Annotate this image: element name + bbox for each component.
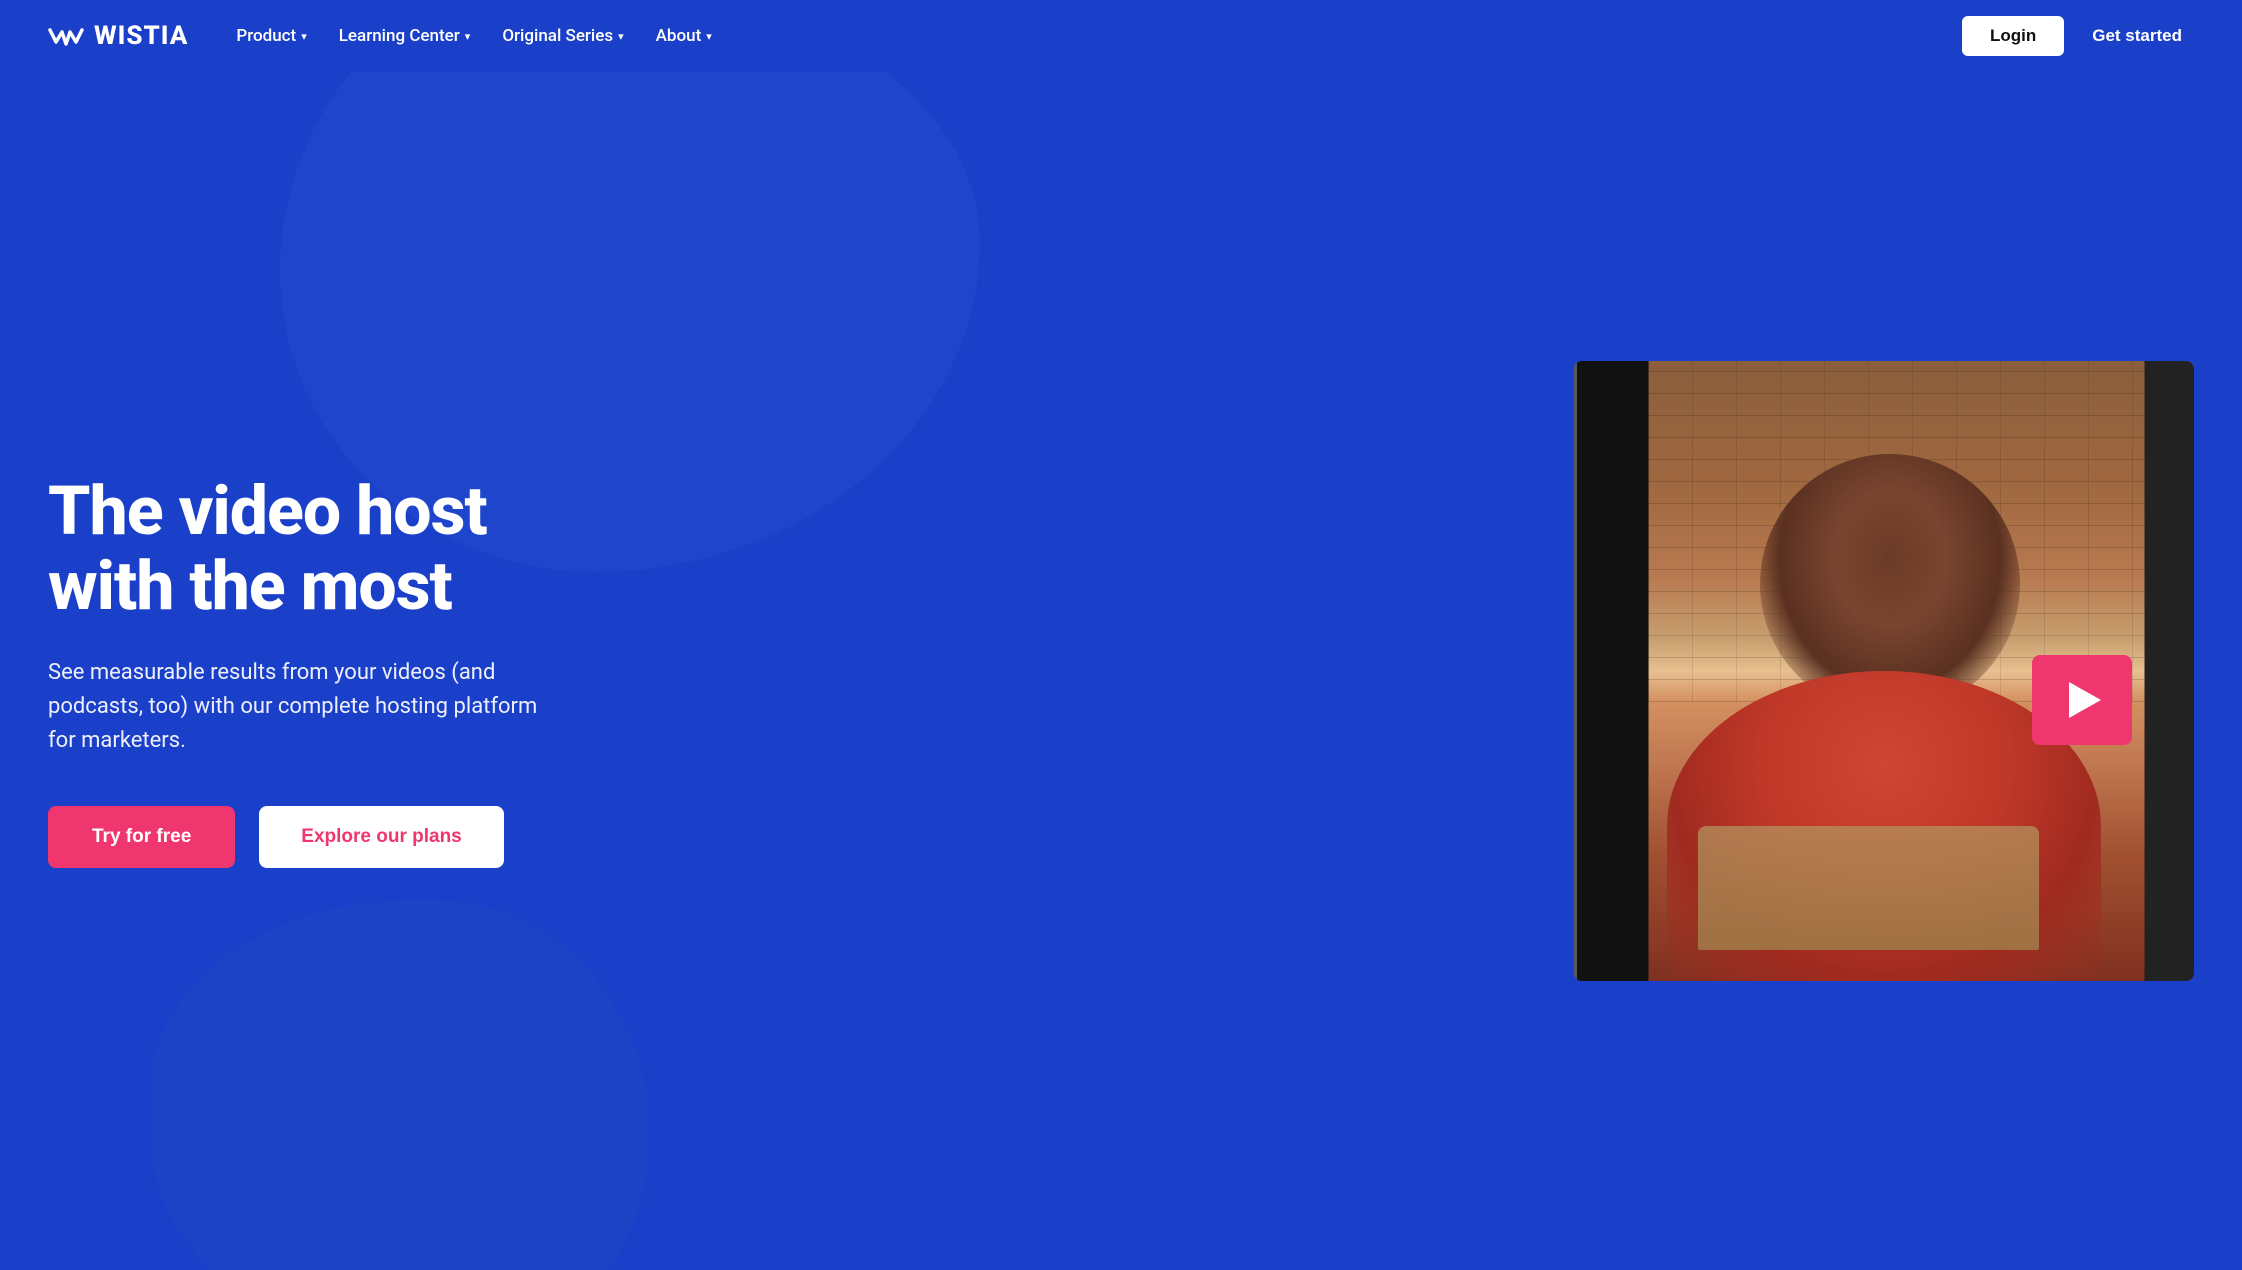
get-started-button[interactable]: Get started bbox=[2080, 16, 2194, 56]
nav-original-series-label: Original Series bbox=[502, 26, 613, 46]
explore-plans-button[interactable]: Explore our plans bbox=[259, 806, 503, 868]
learning-center-chevron-icon: ▾ bbox=[465, 30, 471, 43]
navbar: WISTIA Product ▾ Learning Center ▾ Origi… bbox=[0, 0, 2242, 72]
nav-about-label: About bbox=[656, 26, 702, 46]
nav-learning-center-label: Learning Center bbox=[339, 26, 460, 46]
hero-section: The video host with the most See measura… bbox=[0, 72, 2242, 1270]
hero-content: The video host with the most See measura… bbox=[0, 301, 2242, 1041]
navbar-right: Login Get started bbox=[1962, 16, 2194, 56]
product-chevron-icon: ▾ bbox=[301, 30, 307, 43]
hero-text: The video host with the most See measura… bbox=[48, 474, 628, 868]
play-button[interactable] bbox=[2032, 655, 2132, 745]
try-for-free-button[interactable]: Try for free bbox=[48, 806, 235, 868]
about-chevron-icon: ▾ bbox=[706, 30, 712, 43]
original-series-chevron-icon: ▾ bbox=[618, 30, 624, 43]
hero-headline: The video host with the most bbox=[48, 474, 628, 624]
login-button[interactable]: Login bbox=[1962, 16, 2064, 56]
video-edge bbox=[1574, 361, 1577, 981]
play-icon bbox=[2069, 682, 2101, 718]
hero-buttons: Try for free Explore our plans bbox=[48, 806, 628, 868]
navbar-left: WISTIA Product ▾ Learning Center ▾ Origi… bbox=[48, 18, 724, 54]
nav-product-label: Product bbox=[236, 26, 296, 46]
hero-video-area bbox=[668, 361, 2194, 981]
nav-learning-center[interactable]: Learning Center ▾ bbox=[327, 18, 483, 54]
nav-items: Product ▾ Learning Center ▾ Original Ser… bbox=[224, 18, 723, 54]
logo[interactable]: WISTIA bbox=[48, 21, 188, 51]
logo-text: WISTIA bbox=[94, 21, 188, 51]
wistia-logo-icon bbox=[48, 22, 84, 50]
hero-subtext: See measurable results from your videos … bbox=[48, 656, 568, 758]
video-thumbnail[interactable] bbox=[1574, 361, 2194, 981]
nav-product[interactable]: Product ▾ bbox=[224, 18, 318, 54]
nav-about[interactable]: About ▾ bbox=[644, 18, 724, 54]
laptop bbox=[1698, 826, 2039, 950]
nav-original-series[interactable]: Original Series ▾ bbox=[490, 18, 635, 54]
